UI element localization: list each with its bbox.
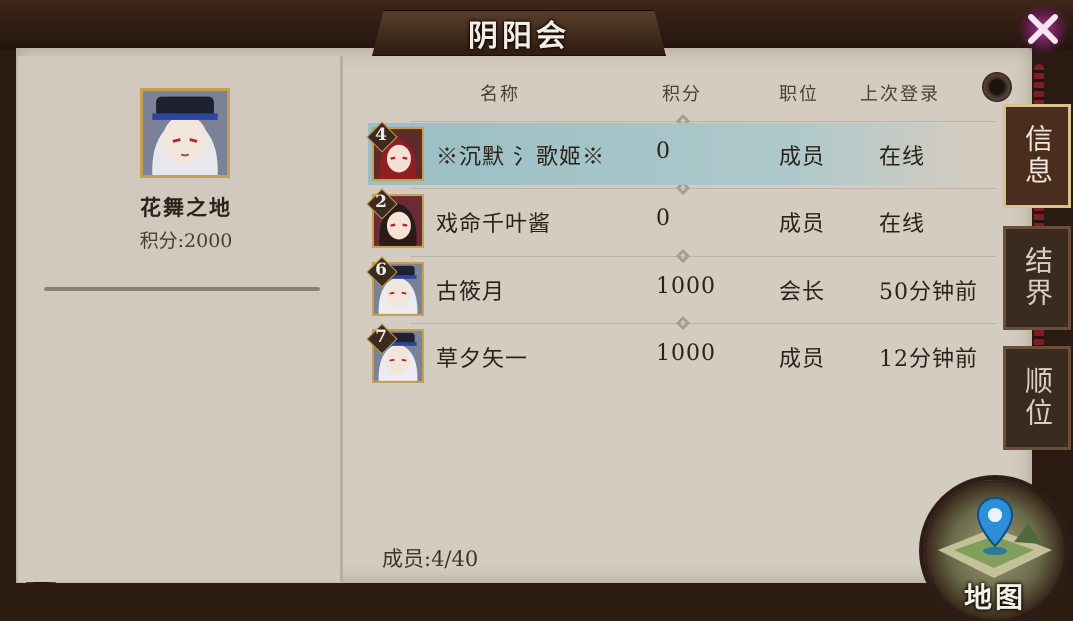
level-badge: 2 [366, 188, 398, 220]
map-button-label: 地图 [963, 581, 1026, 614]
member-score: 1000 [656, 274, 716, 299]
level-badge: 7 [366, 323, 398, 355]
guild-name: 花舞之地 [140, 195, 232, 220]
member-last-login: 在线 [879, 145, 926, 170]
tab-ranking[interactable]: 顺位 [1003, 346, 1071, 450]
member-score: 1000 [656, 341, 716, 366]
panel-divider [44, 287, 320, 291]
member-row[interactable]: 7 草夕矢一 1000 成员 12分钟前 [366, 323, 977, 387]
pushpin-icon [982, 72, 1012, 102]
member-count: 成员:4/40 [382, 547, 479, 571]
map-button[interactable]: 地图 [924, 480, 1066, 621]
member-name: ※沉默 氵歌姬※ [436, 145, 605, 170]
member-last-login: 50分钟前 [879, 280, 978, 305]
title-plaque: 阴阳会 [372, 10, 666, 56]
member-row[interactable]: 2 戏命千叶酱 0 成员 在线 [366, 188, 974, 252]
tab-barrier[interactable]: 结界 [1003, 226, 1071, 330]
member-name: 古筱月 [436, 280, 506, 305]
member-row[interactable]: 6 古筱月 1000 会长 50分钟前 [366, 256, 977, 320]
member-role: 成员 [779, 145, 826, 170]
row-divider [410, 256, 996, 257]
row-divider [410, 121, 996, 122]
member-last-login: 在线 [879, 212, 926, 237]
close-button[interactable] [1018, 4, 1068, 54]
member-name: 戏命千叶酱 [436, 212, 552, 237]
row-divider [410, 188, 996, 189]
close-icon [1028, 14, 1058, 44]
tab-info[interactable]: 信息 [1003, 104, 1071, 208]
member-row[interactable]: 4 ※沉默 氵歌姬※ 0 成员 在线 [366, 121, 974, 185]
guild-avatar [140, 88, 230, 178]
member-role: 成员 [779, 212, 826, 237]
header-name: 名称 [480, 84, 520, 105]
page-title: 阴阳会 [468, 19, 570, 54]
member-role: 会长 [779, 280, 826, 305]
level-badge: 6 [366, 256, 398, 288]
row-divider [410, 323, 996, 324]
header-role: 职位 [779, 84, 819, 105]
member-role: 成员 [779, 347, 826, 372]
guild-score: 积分:2000 [139, 230, 233, 252]
white-haired-onmyoji-avatar [143, 91, 227, 175]
member-last-login: 12分钟前 [879, 347, 978, 372]
map-pin-icon [976, 496, 1014, 555]
bottom-frame [0, 583, 1073, 621]
header-last-login: 上次登录 [860, 84, 940, 105]
member-score: 0 [656, 206, 671, 231]
member-name: 草夕矢一 [436, 347, 529, 372]
member-score: 0 [656, 139, 671, 164]
level-badge: 4 [366, 121, 398, 153]
header-score: 积分 [662, 84, 702, 105]
